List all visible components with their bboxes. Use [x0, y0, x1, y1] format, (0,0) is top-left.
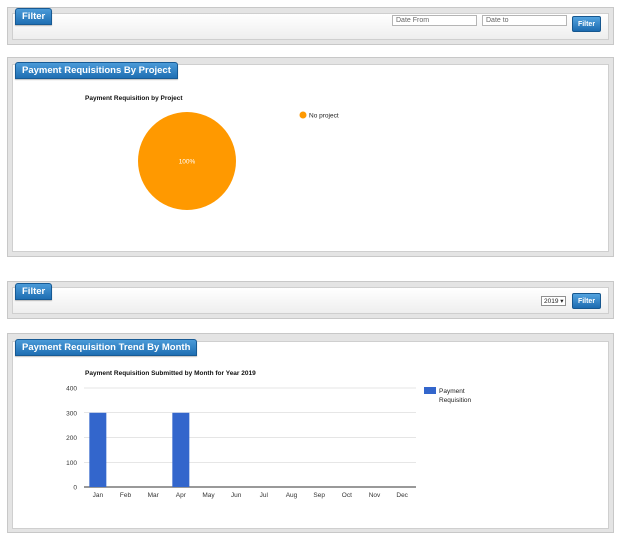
x-tick-label: Feb — [120, 492, 132, 499]
x-tick-label: Sep — [313, 492, 325, 499]
x-tick-label: Apr — [176, 492, 187, 499]
x-tick-label: Mar — [148, 492, 160, 499]
x-tick-label: Nov — [369, 492, 381, 499]
x-tick-label: Aug — [286, 492, 298, 499]
y-tick-label: 300 — [66, 410, 77, 417]
x-tick-label: May — [202, 492, 215, 499]
y-tick-label: 100 — [66, 460, 77, 467]
x-tick-label: Oct — [342, 492, 352, 499]
y-tick-label: 200 — [66, 435, 77, 442]
bar[interactable] — [89, 412, 107, 487]
y-tick-label: 0 — [73, 485, 77, 492]
x-tick-label: Dec — [396, 492, 408, 499]
x-tick-label: Jan — [93, 492, 104, 499]
x-tick-label: Jul — [260, 492, 269, 499]
bar-chart: 0 100 200 300 400 Jan Feb Mar Apr May Jun Jul Aug Sep… — [66, 386, 472, 500]
legend-label: Payment — [439, 388, 465, 395]
bar[interactable] — [172, 412, 190, 487]
y-tick-label: 400 — [66, 386, 77, 393]
legend-swatch — [424, 387, 436, 394]
legend-label: Requisition — [439, 397, 472, 404]
x-tick-label: Jun — [231, 492, 242, 499]
